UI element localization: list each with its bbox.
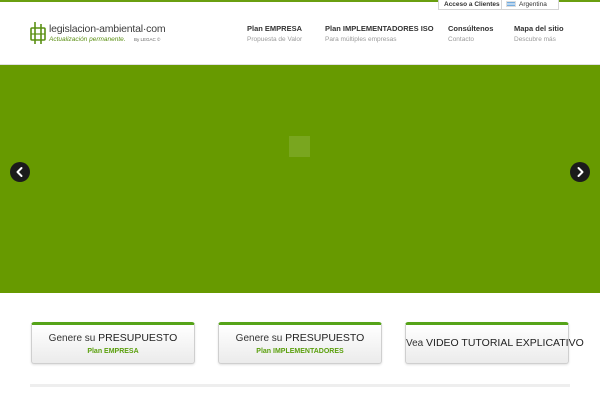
quote-plan-implementadores-button[interactable]: Genere su PRESUPUESTO Plan IMPLEMENTADOR… <box>218 322 382 364</box>
hero-slider <box>0 65 600 293</box>
page: Acceso a Clientes Argentina legislacion-… <box>0 0 600 400</box>
logo-byline: By LEGAC © <box>134 37 161 42</box>
cta-prefix: Genere su <box>48 333 96 344</box>
argentina-flag-icon <box>506 1 516 7</box>
site-logo[interactable]: legislacion-ambiental·com Actualización … <box>30 20 170 48</box>
nav-title: Plan IMPLEMENTADORES ISO <box>325 24 434 33</box>
nav-subtitle: Contacto <box>448 36 475 43</box>
cta-subtitle: Plan IMPLEMENTADORES <box>256 348 344 355</box>
nav-subtitle: Propuesta de Valor <box>247 36 303 43</box>
nav-subtitle: Para múltiples empresas <box>325 36 397 43</box>
quote-plan-empresa-button[interactable]: Genere su PRESUPUESTO Plan EMPRESA <box>31 322 195 364</box>
nav-title: Mapa del sitio <box>514 24 564 33</box>
cta-prefix: Vea <box>406 338 424 349</box>
nav-title: Consúltenos <box>448 24 494 33</box>
nav-title: Plan EMPRESA <box>247 24 303 33</box>
cta-subtitle: Plan EMPRESA <box>87 348 139 355</box>
nav-subtitle: Descubre más <box>514 36 556 43</box>
cta-prefix: Genere su <box>235 333 283 344</box>
cta-title: Genere su PRESUPUESTO <box>32 332 194 345</box>
country-selector[interactable]: Argentina <box>501 0 559 10</box>
client-access-link[interactable]: Acceso a Clientes <box>438 0 506 10</box>
content-divider <box>30 384 570 387</box>
nav-item-plan-empresa[interactable]: Plan EMPRESA Propuesta de Valor <box>247 24 302 45</box>
slider-loading-indicator <box>289 136 310 157</box>
slider-prev-button[interactable] <box>10 162 30 182</box>
logo-mark-icon <box>30 22 46 44</box>
country-label: Argentina <box>519 1 547 8</box>
slider-next-button[interactable] <box>570 162 590 182</box>
nav-item-mapa-del-sitio[interactable]: Mapa del sitio Descubre más <box>514 24 564 45</box>
chevron-right-icon <box>577 167 584 177</box>
cta-title: Vea VIDEO TUTORIAL EXPLICATIVO <box>406 337 584 350</box>
nav-item-plan-implementadores[interactable]: Plan IMPLEMENTADORES ISO Para múltiples … <box>325 24 434 45</box>
nav-item-consultenos[interactable]: Consúltenos Contacto <box>448 24 493 45</box>
video-tutorial-button[interactable]: Vea VIDEO TUTORIAL EXPLICATIVO <box>405 322 584 364</box>
chevron-left-icon <box>16 167 23 177</box>
cta-emphasis: PRESUPUESTO <box>98 332 178 344</box>
cta-emphasis: PRESUPUESTO <box>285 332 365 344</box>
logo-tagline: Actualización permanente. <box>49 36 126 43</box>
logo-name: legislacion-ambiental·com <box>49 23 166 35</box>
cta-emphasis: VIDEO TUTORIAL EXPLICATIVO <box>426 337 584 349</box>
cta-title: Genere su PRESUPUESTO <box>219 332 381 345</box>
